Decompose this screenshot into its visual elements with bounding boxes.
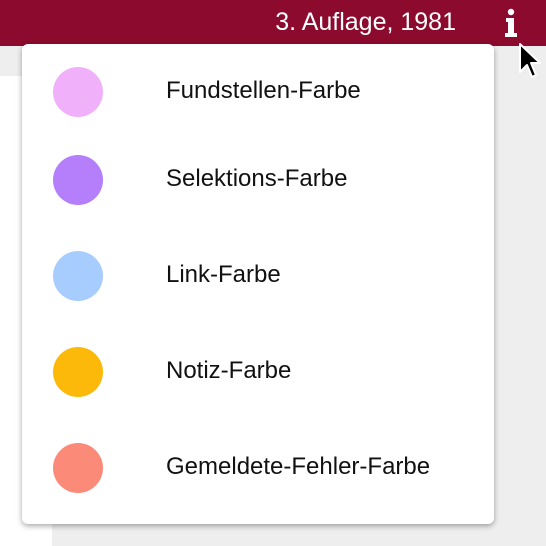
info-icon	[505, 8, 517, 37]
menu-item-selektions-farbe[interactable]: Selektions-Farbe	[22, 132, 494, 228]
menu-item-label: Selektions-Farbe	[166, 165, 348, 192]
menu-item-notiz-farbe[interactable]: Notiz-Farbe	[22, 324, 494, 420]
color-swatch	[53, 67, 103, 117]
menu-item-label: Notiz-Farbe	[166, 357, 292, 384]
menu-item-gemeldete-fehler-farbe[interactable]: Gemeldete-Fehler-Farbe	[22, 420, 494, 516]
edition-label: 3. Auflage, 1981	[275, 8, 456, 36]
menu-item-label: Gemeldete-Fehler-Farbe	[166, 453, 431, 480]
color-swatch	[53, 251, 103, 301]
color-swatch	[53, 155, 103, 205]
color-legend-menu: Fundstellen-Farbe Selektions-Farbe Link-…	[22, 44, 494, 524]
menu-item-label: Fundstellen-Farbe	[166, 77, 361, 104]
color-swatch	[53, 443, 103, 493]
top-app-bar: 3. Auflage, 1981	[0, 0, 546, 46]
menu-item-label: Link-Farbe	[166, 261, 281, 288]
menu-item-link-farbe[interactable]: Link-Farbe	[22, 228, 494, 324]
info-button[interactable]	[496, 6, 526, 40]
menu-item-fundstellen-farbe[interactable]: Fundstellen-Farbe	[22, 44, 494, 140]
color-swatch	[53, 347, 103, 397]
